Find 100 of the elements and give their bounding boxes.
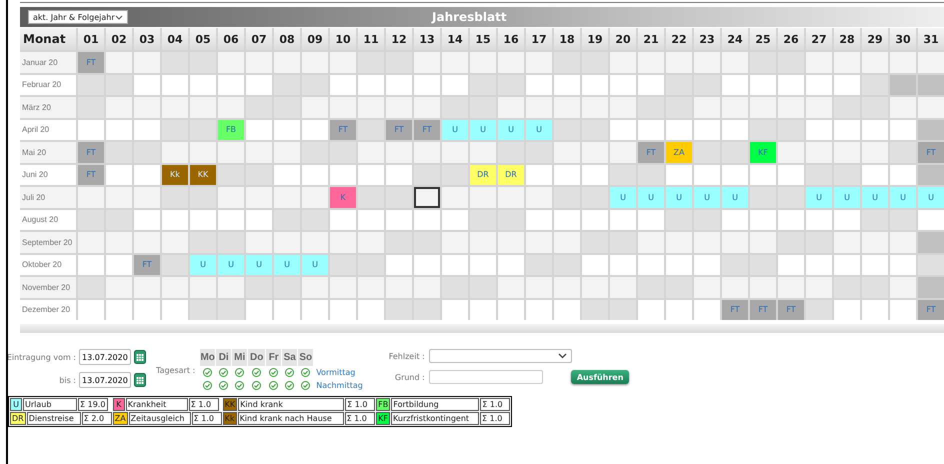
day-cell[interactable] xyxy=(806,74,832,95)
day-cell[interactable] xyxy=(890,164,916,185)
day-cell[interactable] xyxy=(162,232,188,252)
checked-icon[interactable] xyxy=(203,368,212,377)
day-cell[interactable] xyxy=(666,120,692,140)
absence-entry[interactable]: U xyxy=(638,187,664,208)
day-cell[interactable] xyxy=(414,277,440,298)
checked-icon[interactable] xyxy=(203,381,212,390)
day-cell[interactable] xyxy=(554,74,580,95)
day-cell[interactable] xyxy=(246,187,272,208)
day-cell[interactable] xyxy=(890,210,916,230)
day-cell[interactable] xyxy=(190,74,216,95)
day-cell[interactable] xyxy=(134,187,160,208)
halfday-link[interactable]: Nachmittag xyxy=(316,381,363,390)
day-cell[interactable] xyxy=(694,164,720,185)
day-cell[interactable] xyxy=(78,254,104,275)
day-cell[interactable] xyxy=(498,210,524,230)
day-cell[interactable] xyxy=(666,74,692,95)
day-cell[interactable] xyxy=(554,210,580,230)
day-cell[interactable] xyxy=(498,300,524,320)
absence-entry[interactable]: U xyxy=(834,187,860,208)
day-cell[interactable] xyxy=(862,52,888,72)
day-cell[interactable] xyxy=(106,232,132,252)
day-cell[interactable] xyxy=(610,210,636,230)
day-cell[interactable] xyxy=(890,277,916,298)
day-cell[interactable] xyxy=(582,164,608,185)
day-cell[interactable] xyxy=(302,74,328,95)
absence-entry[interactable]: U xyxy=(862,187,888,208)
day-cell[interactable] xyxy=(498,232,524,252)
absence-entry[interactable]: U xyxy=(442,120,468,140)
checked-icon[interactable] xyxy=(252,381,262,390)
day-cell[interactable] xyxy=(694,52,720,72)
day-cell[interactable] xyxy=(246,120,272,140)
day-cell[interactable] xyxy=(442,74,468,95)
day-cell[interactable] xyxy=(246,74,272,95)
day-cell[interactable] xyxy=(218,142,244,162)
day-cell[interactable] xyxy=(610,277,636,298)
day-cell[interactable] xyxy=(666,164,692,185)
day-cell[interactable] xyxy=(414,300,440,320)
day-cell[interactable] xyxy=(386,97,412,118)
day-cell[interactable] xyxy=(582,97,608,118)
day-cell[interactable] xyxy=(442,210,468,230)
checked-icon[interactable] xyxy=(285,381,294,390)
absence-entry[interactable]: Kk xyxy=(162,164,188,185)
day-cell[interactable] xyxy=(162,210,188,230)
day-cell[interactable] xyxy=(162,277,188,298)
absence-entry[interactable]: U xyxy=(470,120,496,140)
day-cell[interactable] xyxy=(470,300,496,320)
day-cell[interactable] xyxy=(386,254,412,275)
day-cell[interactable] xyxy=(526,97,552,118)
day-cell[interactable] xyxy=(610,97,636,118)
day-cell[interactable] xyxy=(218,52,244,72)
day-cell[interactable] xyxy=(862,164,888,185)
day-cell[interactable] xyxy=(358,210,384,230)
day-cell[interactable] xyxy=(834,74,860,95)
day-cell[interactable] xyxy=(890,120,916,140)
day-cell[interactable] xyxy=(358,120,384,140)
day-cell[interactable] xyxy=(246,300,272,320)
day-cell[interactable] xyxy=(274,210,300,230)
day-cell[interactable] xyxy=(442,232,468,252)
day-cell[interactable] xyxy=(722,277,748,298)
checked-icon[interactable] xyxy=(269,381,278,390)
day-cell[interactable] xyxy=(722,97,748,118)
day-cell[interactable] xyxy=(582,300,608,320)
day-cell[interactable] xyxy=(526,210,552,230)
day-cell[interactable] xyxy=(134,74,160,95)
day-cell[interactable] xyxy=(414,142,440,162)
day-cell[interactable] xyxy=(190,142,216,162)
day-cell[interactable] xyxy=(722,164,748,185)
day-cell[interactable] xyxy=(862,232,888,252)
day-cell[interactable] xyxy=(498,277,524,298)
day-cell[interactable] xyxy=(358,300,384,320)
day-cell[interactable] xyxy=(274,52,300,72)
day-cell[interactable] xyxy=(386,300,412,320)
day-cell[interactable] xyxy=(218,300,244,320)
day-cell[interactable] xyxy=(162,74,188,95)
submit-button[interactable]: Ausführen xyxy=(570,370,630,384)
checked-icon[interactable] xyxy=(235,381,244,390)
day-cell[interactable] xyxy=(918,164,944,185)
day-cell[interactable] xyxy=(358,277,384,298)
day-cell[interactable] xyxy=(554,120,580,140)
absence-entry[interactable]: U xyxy=(610,187,636,208)
day-cell[interactable] xyxy=(918,120,944,140)
day-cell[interactable] xyxy=(246,142,272,162)
day-cell[interactable] xyxy=(134,52,160,72)
day-cell[interactable] xyxy=(274,187,300,208)
day-cell[interactable] xyxy=(918,210,944,230)
day-cell[interactable] xyxy=(134,277,160,298)
day-cell[interactable] xyxy=(190,120,216,140)
day-cell[interactable] xyxy=(918,254,944,275)
day-cell[interactable] xyxy=(414,254,440,275)
day-cell[interactable] xyxy=(358,232,384,252)
day-cell[interactable] xyxy=(78,232,104,252)
absence-entry[interactable]: U xyxy=(526,120,552,140)
day-cell[interactable] xyxy=(806,120,832,140)
absence-entry[interactable]: KF xyxy=(750,142,776,162)
to-date-field[interactable]: 13.07.2020 xyxy=(79,372,131,388)
day-cell[interactable] xyxy=(330,277,356,298)
checked-icon[interactable] xyxy=(269,368,278,377)
day-cell[interactable] xyxy=(274,300,300,320)
